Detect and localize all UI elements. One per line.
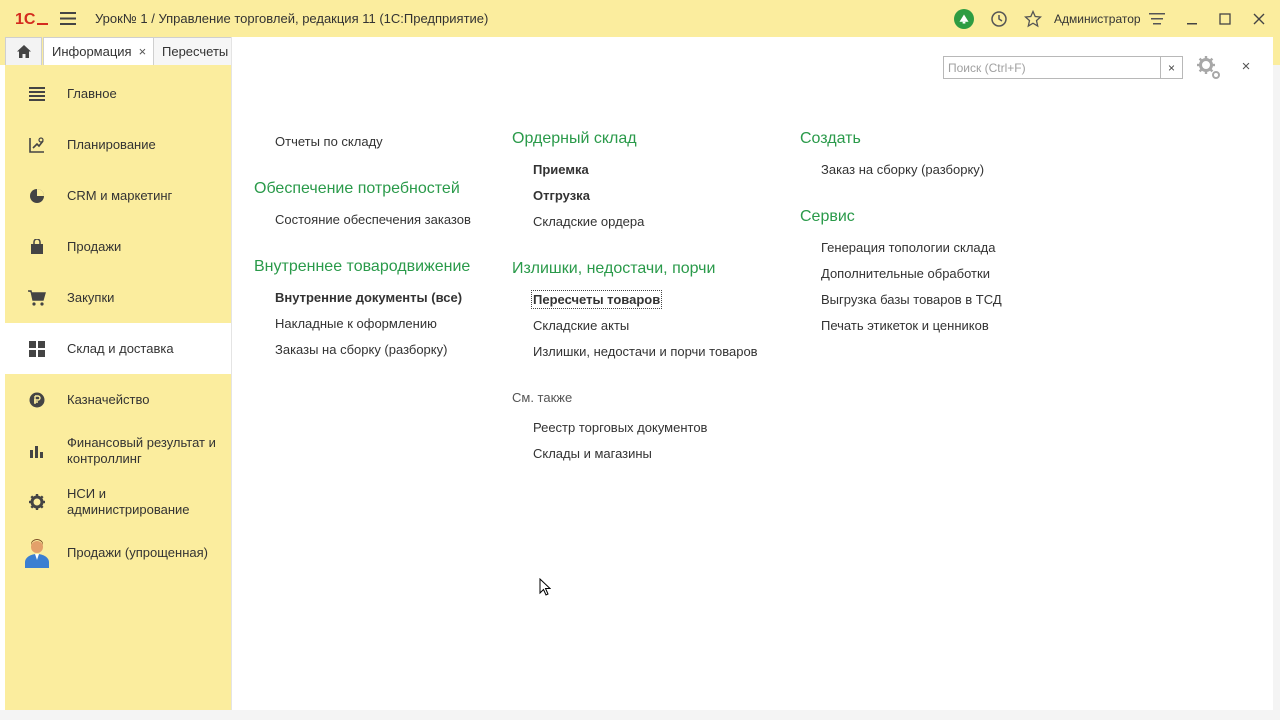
sidebar-item-label: НСИ и администрирование	[67, 485, 190, 517]
group-title: Излишки, недостачи, порчи	[512, 260, 716, 277]
command-link[interactable]: Отгрузка	[533, 188, 590, 203]
sidebar-item-label: Продажи	[67, 238, 122, 254]
sidebar-item-crm[interactable]: CRM и маркетинг	[5, 170, 231, 221]
sidebar-item-label: Продажи (упрощенная)	[67, 544, 208, 560]
command-link-focused[interactable]: Пересчеты товаров	[530, 290, 663, 309]
pie-chart-icon	[27, 186, 47, 206]
group-title: Ордерный склад	[512, 130, 637, 147]
panel-settings-icon[interactable]	[1195, 55, 1223, 81]
settings-lines-icon[interactable]	[1147, 9, 1167, 29]
sidebar-item-warehouse[interactable]: Склад и доставка	[5, 323, 231, 374]
search-box: ×	[943, 56, 1183, 79]
command-link[interactable]: Дополнительные обработки	[821, 266, 990, 281]
sidebar-item-treasury[interactable]: Казначейство	[5, 374, 231, 425]
maximize-icon[interactable]	[1215, 9, 1235, 29]
command-link[interactable]: Состояние обеспечения заказов	[275, 212, 471, 227]
command-link[interactable]: Приемка	[533, 162, 589, 177]
command-link[interactable]: Выгрузка базы товаров в ТСД	[821, 292, 1002, 307]
panel-close-icon[interactable]: ×	[1238, 58, 1254, 75]
favorites-icon[interactable]	[1023, 9, 1043, 29]
command-link[interactable]: Складские акты	[533, 318, 629, 333]
tab-recounts[interactable]: Пересчеты	[153, 37, 232, 65]
sidebar-item-purchases[interactable]: Закупки	[5, 272, 231, 323]
sidebar-item-label: Закупки	[67, 289, 115, 305]
command-link[interactable]: Внутренние документы (все)	[275, 290, 462, 305]
window-title: Урок№ 1 / Управление торговлей, редакция…	[95, 11, 489, 26]
svg-text:1С: 1С	[15, 11, 36, 27]
minimize-icon[interactable]	[1182, 9, 1202, 29]
right-edge	[1273, 65, 1280, 710]
1c-logo-icon[interactable]: 1С	[15, 10, 49, 27]
user-icon	[23, 538, 51, 568]
warehouse-icon	[27, 339, 47, 359]
command-link[interactable]: Печать этикеток и ценников	[821, 318, 989, 333]
planning-icon	[27, 135, 47, 155]
command-link[interactable]: Генерация топологии склада	[821, 240, 995, 255]
menu-icon[interactable]	[60, 12, 76, 25]
list-icon	[27, 84, 47, 104]
sidebar-item-financial-result[interactable]: Финансовый результат и контроллинг	[5, 425, 231, 476]
sidebar-item-main[interactable]: Главное	[5, 68, 231, 119]
command-link[interactable]: Отчеты по складу	[275, 134, 383, 149]
sidebar-item-label: Главное	[67, 85, 117, 101]
sidebar-item-label: Склад и доставка	[67, 340, 174, 356]
group-title: Сервис	[800, 208, 855, 225]
see-also-title: См. также	[512, 390, 573, 405]
sidebar-item-nsi-admin[interactable]: НСИ и администрирование	[5, 476, 231, 527]
tab-close-icon[interactable]: ×	[139, 44, 147, 59]
command-link[interactable]: Складские ордера	[533, 214, 644, 229]
gear-icon	[27, 492, 47, 512]
bottom-edge	[0, 710, 1280, 720]
command-link[interactable]: Накладные к оформлению	[275, 316, 437, 331]
command-link[interactable]: Заказы на сборку (разборку)	[275, 342, 447, 357]
sections-panel: Главное Планирование CRM и маркетинг Про…	[5, 65, 231, 710]
ruble-icon	[27, 390, 47, 410]
group-title: Создать	[800, 130, 861, 147]
command-link[interactable]: Склады и магазины	[533, 446, 652, 461]
group-title: Внутреннее товародвижение	[254, 258, 471, 275]
search-clear-icon[interactable]: ×	[1160, 57, 1182, 78]
command-link[interactable]: Заказ на сборку (разборку)	[821, 162, 984, 177]
sidebar-item-label: CRM и маркетинг	[67, 187, 173, 203]
title-bar: 1С Урок№ 1 / Управление торговлей, редак…	[0, 0, 1280, 37]
cart-icon	[27, 288, 47, 308]
tab-label: Информация	[52, 44, 132, 59]
sidebar-item-simplified-sales[interactable]: Продажи (упрощенная)	[5, 527, 231, 578]
user-name[interactable]: Администратор	[1054, 12, 1141, 26]
sidebar-item-label: Планирование	[67, 136, 156, 152]
home-icon	[16, 45, 31, 58]
history-icon[interactable]	[989, 9, 1009, 29]
sidebar-item-label: Казначейство	[67, 391, 150, 407]
close-window-icon[interactable]	[1249, 9, 1269, 29]
notifications-icon[interactable]	[954, 9, 974, 29]
sidebar-item-label: Финансовый результат и контроллинг	[67, 434, 216, 466]
group-title: Обеспечение потребностей	[254, 180, 460, 197]
tab-information[interactable]: Информация ×	[43, 37, 156, 65]
command-link[interactable]: Реестр торговых документов	[533, 420, 707, 435]
search-input[interactable]	[944, 57, 1160, 78]
mouse-cursor-icon	[539, 578, 551, 596]
tab-label: Пересчеты	[162, 44, 229, 59]
bag-icon	[27, 237, 47, 257]
sidebar-item-planning[interactable]: Планирование	[5, 119, 231, 170]
command-link[interactable]: Излишки, недостачи и порчи товаров	[533, 344, 758, 359]
section-content-panel: × × Отчеты по складу Обеспечение потребн…	[231, 37, 1273, 710]
home-tab[interactable]	[5, 37, 42, 65]
bar-chart-icon	[27, 441, 47, 461]
sidebar-item-sales[interactable]: Продажи	[5, 221, 231, 272]
